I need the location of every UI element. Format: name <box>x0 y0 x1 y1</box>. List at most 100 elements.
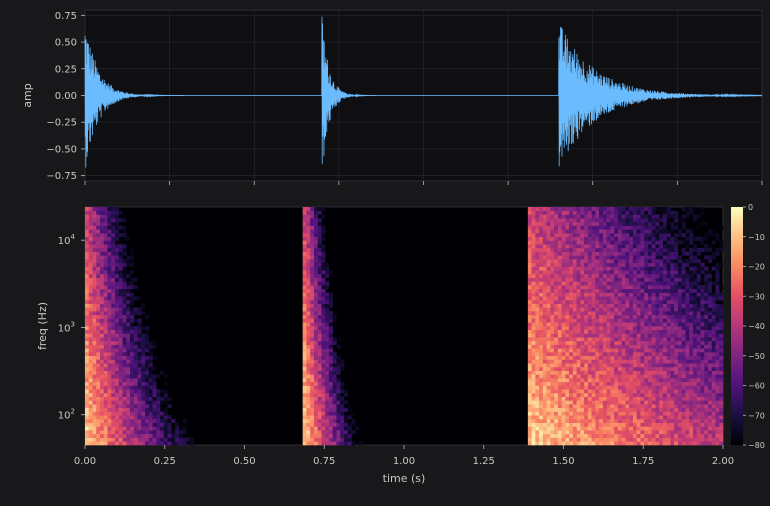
spectrogram-cell <box>325 404 330 409</box>
spectrogram-cell <box>651 400 656 405</box>
spectrogram-cell <box>133 352 138 357</box>
spectrogram-cell <box>313 307 318 312</box>
spectrogram-cell <box>674 433 679 438</box>
spectrogram-cell <box>636 337 641 342</box>
spectrogram-cell <box>659 322 664 327</box>
spectrogram-cell <box>115 430 120 435</box>
spectrogram-cell <box>700 415 705 420</box>
spectrogram-cell <box>88 207 93 212</box>
spectrogram-cell <box>100 210 105 215</box>
spectrogram-cell <box>126 326 131 331</box>
spectrogram-cell <box>85 244 90 249</box>
spectrogram-cell <box>719 240 724 245</box>
spectrogram-cell <box>85 366 90 371</box>
spectrogram-cell <box>535 326 540 331</box>
spectrogram-cell <box>666 273 671 278</box>
spectrogram-cell <box>685 385 690 390</box>
waveform-y-tick-label: 0.50 <box>55 38 77 49</box>
spectrogram-cell <box>539 229 544 234</box>
spectrogram-cell <box>677 296 683 301</box>
spectrogram-cell <box>610 363 615 368</box>
spectrogram-cell <box>85 329 90 334</box>
spectrogram-cell <box>629 396 634 401</box>
spectrogram-cell <box>130 378 135 383</box>
spectrogram-cell <box>647 378 652 383</box>
spectrogram-cell <box>629 355 634 360</box>
spectrogram-cell <box>580 322 585 327</box>
spectrogram-cell <box>591 396 596 401</box>
spectrogram-cell <box>103 389 108 394</box>
spectrogram-cell <box>617 251 622 256</box>
spectrogram-cell <box>325 329 330 334</box>
spectrogram-cell <box>587 259 592 264</box>
spectrogram-cell <box>542 225 547 230</box>
spectrogram-cell <box>118 359 123 364</box>
spectrogram-cell <box>696 381 701 386</box>
spectrogram-cell <box>111 288 116 293</box>
spectrogram-cell <box>651 270 656 275</box>
spectrogram-cell <box>302 359 307 364</box>
spectrogram-cell <box>677 262 683 267</box>
spectrogram-cell <box>666 207 671 212</box>
spectrogram-cell <box>685 370 690 375</box>
spectrogram-cell <box>313 370 318 375</box>
spectrogram-cell <box>659 333 664 338</box>
spectrogram-cell <box>666 292 671 297</box>
spectrogram-cell <box>700 433 705 438</box>
spectrogram-cell <box>100 433 105 438</box>
spectrogram-cell <box>152 355 157 360</box>
spectrogram-cell <box>527 318 532 323</box>
spectrogram-cell <box>636 311 641 316</box>
spectrogram-cell <box>325 396 330 401</box>
spectrogram-cell <box>599 433 604 438</box>
spectrogram-cell <box>595 225 600 230</box>
spectrogram-cell <box>111 366 116 371</box>
spectrogram-cell <box>662 307 667 312</box>
spectrogram-cell <box>92 407 97 412</box>
spectrogram-cell <box>107 352 112 357</box>
spectrogram-cell <box>674 411 679 416</box>
spectrogram-cell <box>640 374 645 379</box>
spectrogram-cell <box>306 389 311 394</box>
spectrogram-cell <box>599 359 604 364</box>
spectrogram-cell <box>715 407 720 412</box>
spectrogram-cell <box>670 314 675 319</box>
spectrogram-cell <box>111 247 116 252</box>
spectrogram-cell <box>614 352 619 357</box>
spectrogram-cell <box>602 259 607 264</box>
spectrogram-cell <box>670 411 675 416</box>
spectrogram-cell <box>527 240 532 245</box>
spectrogram-cell <box>313 288 318 293</box>
spectrogram-cell <box>535 210 540 215</box>
spectrogram-cell <box>677 344 683 349</box>
spectrogram-cell <box>554 352 559 357</box>
spectrogram-cell <box>625 392 630 397</box>
spectrogram-cell <box>565 355 570 360</box>
spectrogram-cell <box>614 344 619 349</box>
spectrogram-cell <box>640 370 645 375</box>
spectrogram-cell <box>306 340 311 345</box>
spectrogram-cell <box>535 318 540 323</box>
spectrogram-cell <box>107 378 112 383</box>
spectrogram-cell <box>595 437 600 442</box>
spectrogram-cell <box>587 251 592 256</box>
spectrogram-cell <box>674 270 679 275</box>
spectrogram-cell <box>535 404 540 409</box>
spectrogram-cell <box>572 236 577 241</box>
spectrogram-cell <box>644 441 649 446</box>
spectrogram-cell <box>557 378 562 383</box>
spectrogram-cell <box>715 314 720 319</box>
spectrogram-cell <box>674 415 679 420</box>
spectrogram-cell <box>595 337 600 342</box>
spectrogram-cell <box>707 396 713 401</box>
spectrogram-cell <box>572 281 577 286</box>
spectrogram-cell <box>632 352 637 357</box>
spectrogram-cell <box>632 430 637 435</box>
spectrogram-cell <box>681 296 686 301</box>
spectrogram-cell <box>306 322 311 327</box>
spectrogram-cell <box>321 322 326 327</box>
spectrogram-cell <box>310 430 315 435</box>
spectrogram-cell <box>610 214 615 219</box>
spectrogram-cell <box>576 299 581 304</box>
spectrogram-cell <box>711 314 716 319</box>
